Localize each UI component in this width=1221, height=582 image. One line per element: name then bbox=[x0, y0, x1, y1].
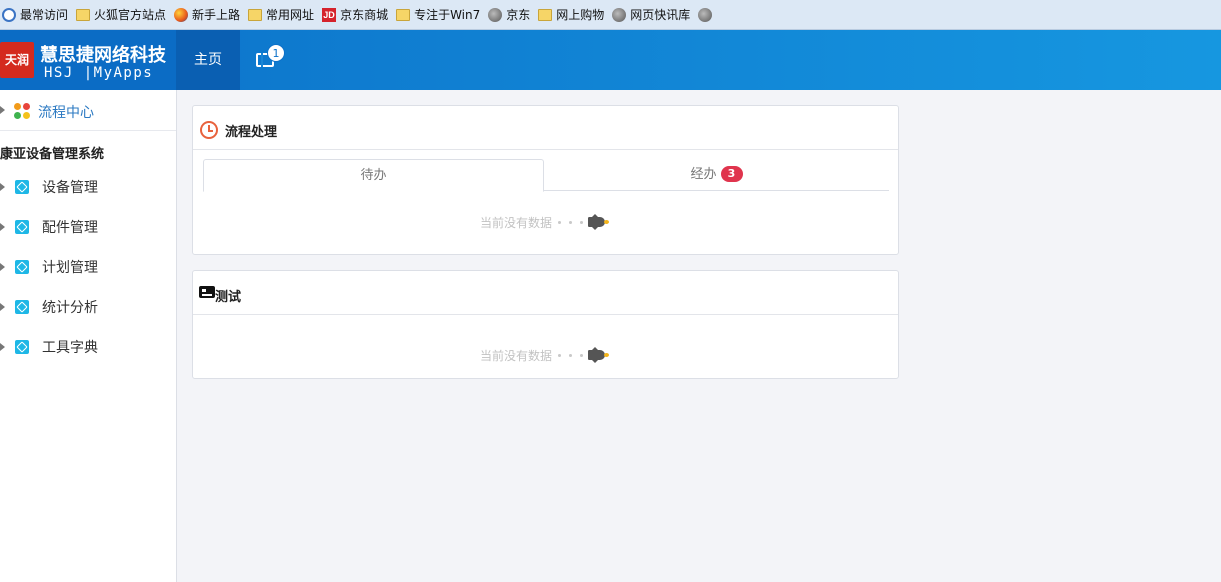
system-section-title: 康亚设备管理系统 bbox=[0, 147, 105, 162]
bookmark-untitled[interactable] bbox=[698, 7, 716, 22]
bookmark-label: 京东 bbox=[506, 8, 531, 22]
bookmarks-bar: 最常访问 火狐官方站点 新手上路 常用网址 JD 京东商城 专注于Win7 京东… bbox=[0, 0, 1221, 30]
folder-icon bbox=[396, 8, 411, 21]
sidebar-item-process-center[interactable]: 流程中心 bbox=[0, 90, 176, 131]
nav-home-tab[interactable]: 主页 bbox=[176, 30, 240, 90]
sidebar-item-statistics[interactable]: 统计分析 bbox=[0, 287, 176, 327]
my-apps-button[interactable]: 1 bbox=[250, 44, 290, 76]
empty-state-text: 当前没有数据 bbox=[480, 349, 553, 363]
sidebar-item-tools-dictionary[interactable]: 工具字典 bbox=[0, 327, 176, 367]
brand-title: 慧思捷网络科技 bbox=[40, 45, 166, 66]
globe-icon bbox=[612, 7, 627, 22]
bookmark-label: 火狐官方站点 bbox=[94, 8, 167, 22]
panel-header: 测试 bbox=[193, 271, 898, 315]
process-center-icon bbox=[14, 103, 30, 119]
empty-state-text: 当前没有数据 bbox=[480, 216, 553, 230]
sidebar: 流程中心 康亚设备管理系统 设备管理 配件管理 计划管理 统计分析 工具字典 bbox=[0, 90, 177, 582]
module-icon bbox=[15, 260, 29, 274]
bookmark-online-shopping[interactable]: 网上购物 bbox=[538, 6, 604, 23]
caret-right-icon bbox=[0, 223, 5, 231]
tab-label: 待办 bbox=[360, 168, 387, 183]
globe-icon bbox=[698, 7, 713, 22]
logo[interactable]: 天润 慧思捷网络科技 HSJ |MyApps bbox=[0, 30, 176, 90]
handled-count-badge: 3 bbox=[720, 166, 743, 182]
sidebar-item-label: 设备管理 bbox=[42, 180, 98, 196]
module-icon bbox=[15, 220, 29, 234]
bookmark-jd[interactable]: 京东 bbox=[488, 6, 530, 23]
dots-icon bbox=[556, 221, 586, 225]
bookmark-most-visited[interactable]: 最常访问 bbox=[2, 6, 68, 23]
process-panel: 流程处理 待办 经办 3 当前没有数据 bbox=[192, 105, 899, 255]
caret-right-icon bbox=[0, 343, 5, 351]
test-panel: 测试 当前没有数据 bbox=[192, 270, 899, 379]
id-card-icon bbox=[199, 286, 215, 298]
dots-icon bbox=[556, 354, 586, 358]
jd-icon: JD bbox=[322, 7, 337, 22]
bookmark-win7[interactable]: 专注于Win7 bbox=[396, 6, 480, 23]
tab-todo[interactable]: 待办 bbox=[203, 159, 544, 192]
folder-icon bbox=[248, 8, 263, 21]
apps-count-badge: 1 bbox=[267, 44, 285, 62]
rocket-icon bbox=[588, 214, 609, 230]
bookmark-jd-mall[interactable]: JD 京东商城 bbox=[322, 6, 388, 23]
folder-icon bbox=[538, 8, 553, 21]
sidebar-item-label: 配件管理 bbox=[42, 220, 98, 236]
panel-title: 流程处理 bbox=[225, 125, 278, 140]
sidebar-item-device-management[interactable]: 设备管理 bbox=[0, 167, 176, 207]
process-tabs: 待办 经办 3 bbox=[203, 159, 889, 192]
sidebar-item-label: 计划管理 bbox=[42, 260, 98, 276]
sidebar-item-label: 流程中心 bbox=[38, 105, 94, 121]
bookmark-label: 最常访问 bbox=[20, 8, 69, 22]
panel-title: 测试 bbox=[215, 290, 242, 305]
module-icon bbox=[15, 300, 29, 314]
brand-subtitle: HSJ |MyApps bbox=[44, 65, 154, 81]
sidebar-item-plan-management[interactable]: 计划管理 bbox=[0, 247, 176, 287]
bookmark-label: 网页快讯库 bbox=[630, 8, 691, 22]
most-visited-icon bbox=[2, 7, 16, 22]
caret-right-icon bbox=[0, 183, 5, 191]
logo-badge-icon: 天润 bbox=[0, 42, 34, 78]
bookmark-label: 专注于Win7 bbox=[414, 8, 481, 22]
sidebar-item-parts-management[interactable]: 配件管理 bbox=[0, 207, 176, 247]
module-icon bbox=[15, 340, 29, 354]
rocket-icon bbox=[588, 347, 609, 363]
tab-label: 经办 bbox=[690, 167, 717, 182]
bookmark-common-sites[interactable]: 常用网址 bbox=[248, 6, 314, 23]
bookmark-firefox-official[interactable]: 火狐官方站点 bbox=[76, 6, 166, 23]
module-icon bbox=[15, 180, 29, 194]
panel-header: 流程处理 bbox=[193, 106, 898, 150]
empty-state: 当前没有数据 bbox=[193, 343, 898, 367]
bookmark-label: 京东商城 bbox=[340, 8, 389, 22]
folder-icon bbox=[76, 8, 91, 21]
caret-right-icon bbox=[0, 106, 5, 114]
app-header: 天润 慧思捷网络科技 HSJ |MyApps 主页 1 bbox=[0, 30, 1221, 90]
caret-right-icon bbox=[0, 263, 5, 271]
bookmark-label: 新手上路 bbox=[192, 8, 241, 22]
tab-handled[interactable]: 经办 3 bbox=[544, 159, 889, 191]
firefox-icon bbox=[174, 7, 189, 22]
sidebar-item-label: 统计分析 bbox=[42, 300, 98, 316]
alarm-clock-icon bbox=[200, 121, 218, 139]
empty-state: 当前没有数据 bbox=[193, 210, 898, 234]
bookmark-label: 常用网址 bbox=[266, 8, 315, 22]
bookmark-label: 网上购物 bbox=[556, 8, 605, 22]
bookmark-getting-started[interactable]: 新手上路 bbox=[174, 6, 240, 23]
globe-icon bbox=[488, 7, 503, 22]
caret-right-icon bbox=[0, 303, 5, 311]
sidebar-item-label: 工具字典 bbox=[42, 340, 98, 356]
bookmark-web-slices[interactable]: 网页快讯库 bbox=[612, 6, 690, 23]
